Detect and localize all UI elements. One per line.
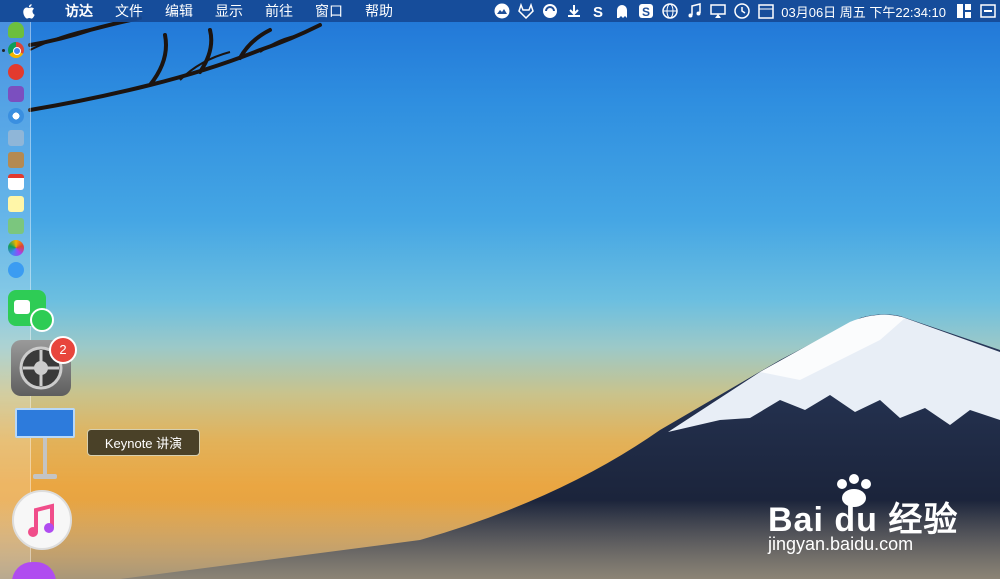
baidu-watermark: Bai du 经验 jingyan.baidu.com [768,470,988,560]
maps-icon[interactable] [8,218,24,234]
svg-text:S: S [642,5,650,19]
menubar-clock[interactable]: 03月06日 周五 下午22:34:10 [781,2,946,21]
chrome-icon[interactable] [8,42,24,58]
menu-go[interactable]: 前往 [254,0,304,22]
running-indicator [2,49,5,52]
calendar-app-icon[interactable] [8,174,24,190]
purple-app-icon[interactable] [8,86,24,102]
keynote-icon[interactable] [13,408,77,480]
red-app-icon[interactable] [8,64,24,80]
status-menus: S S 03月06日 周五 下午22:34:10 [490,0,1000,22]
itunes-icon[interactable] [12,490,72,550]
menu-help[interactable]: 帮助 [354,0,404,22]
calendar-icon[interactable] [757,2,775,20]
gitlab-fox-icon[interactable] [517,2,535,20]
menu-file[interactable]: 文件 [104,0,154,22]
facetime-icon[interactable] [8,290,54,332]
time-machine-icon[interactable] [733,2,751,20]
menu-bar: 访达 文件 编辑 显示 前往 窗口 帮助 S S 03月06日 周五 下午22:… [0,0,1000,22]
download-icon[interactable] [565,2,583,20]
watermark-url: jingyan.baidu.com [768,534,914,554]
messages-icon[interactable] [8,262,24,278]
dock: 2 [0,22,77,579]
sogou-input-icon[interactable]: S [637,2,655,20]
badge-count: 2 [59,342,67,357]
notes-icon[interactable] [8,196,24,212]
dock-tooltip: Keynote 讲演 [87,429,200,456]
music-note-icon[interactable] [685,2,703,20]
s-app-icon[interactable]: S [589,2,607,20]
menu-view[interactable]: 显示 [204,0,254,22]
apple-menu-icon[interactable] [22,2,40,20]
globe-icon[interactable] [661,2,679,20]
android-icon[interactable] [8,22,24,38]
svg-text:S: S [593,4,603,19]
desktop: 访达 文件 编辑 显示 前往 窗口 帮助 S S 03月06日 周五 下午22:… [0,0,1000,579]
ghost-icon[interactable] [613,2,631,20]
window-layout-icon[interactable] [955,2,973,20]
preview-icon[interactable] [8,130,24,146]
contacts-icon[interactable] [8,152,24,168]
menu-finder[interactable]: 访达 [54,0,104,22]
photo-app-icon[interactable] [493,2,511,20]
airplay-icon[interactable] [709,2,727,20]
notification-badge: 2 [49,336,77,364]
menu-window[interactable]: 窗口 [304,0,354,22]
sync-icon[interactable] [541,2,559,20]
safari-icon[interactable] [8,108,24,124]
menu-edit[interactable]: 编辑 [154,0,204,22]
photos-icon[interactable] [8,240,24,256]
control-strip-icon[interactable] [979,2,997,20]
